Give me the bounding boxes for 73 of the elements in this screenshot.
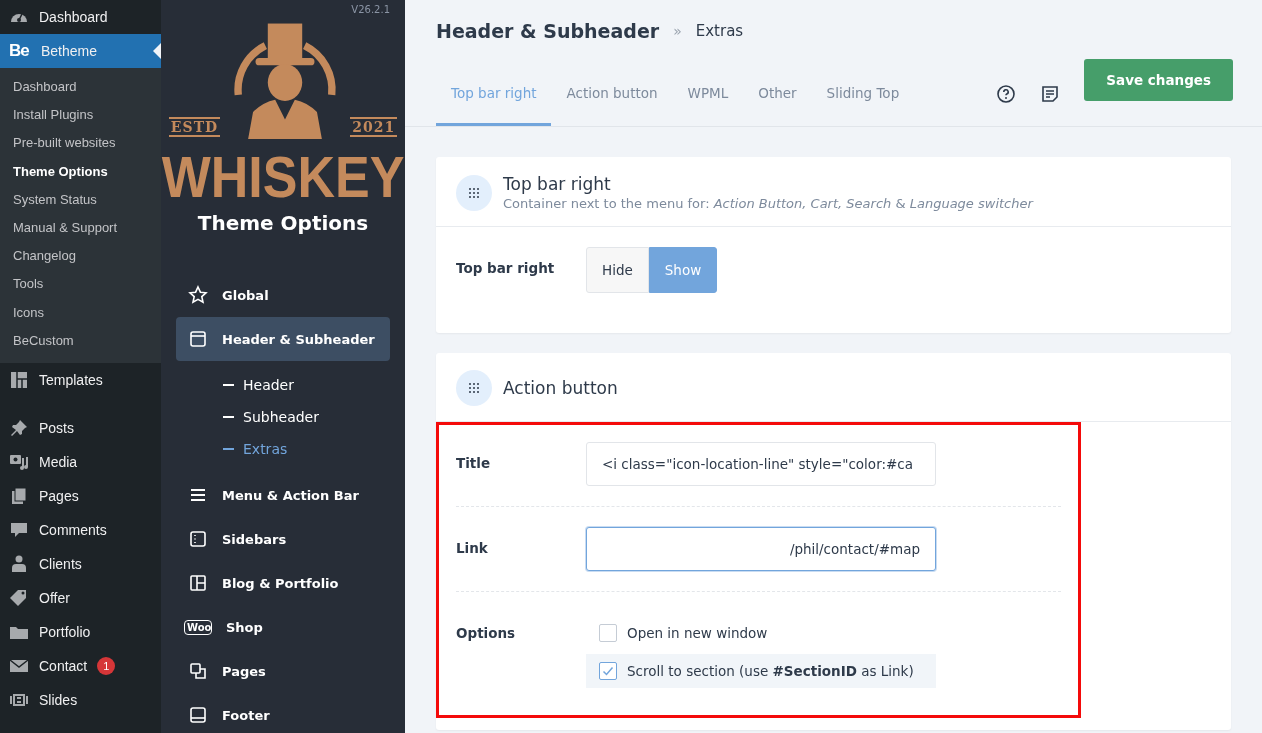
admin-menu-item[interactable]: Comments bbox=[0, 512, 161, 547]
options-nav-item[interactable]: Header & Subheader bbox=[176, 317, 390, 361]
admin-menu-item[interactable]: Posts bbox=[0, 410, 161, 445]
submenu-item[interactable]: System Status bbox=[0, 185, 161, 214]
checkbox-label: Open in new window bbox=[627, 625, 768, 641]
admin-menu-item[interactable]: Offer bbox=[0, 580, 161, 615]
footer-icon bbox=[188, 705, 208, 725]
dots-grid-icon bbox=[466, 380, 482, 396]
shop-logo: Woo bbox=[184, 619, 212, 635]
version-label: V26.2.1 bbox=[351, 4, 390, 15]
check-icon bbox=[602, 665, 614, 677]
admin-menu-item[interactable]: Pages bbox=[0, 478, 161, 513]
admin-menu-item[interactable]: Portfolio bbox=[0, 614, 161, 649]
field-label: Title bbox=[456, 454, 492, 473]
price-tag-icon bbox=[9, 587, 29, 608]
field-label: Link bbox=[456, 539, 489, 558]
submenu-item[interactable]: Dashboard bbox=[0, 73, 161, 102]
star-icon bbox=[188, 285, 208, 305]
submenu-item[interactable]: Install Plugins bbox=[0, 101, 161, 130]
submenu-item[interactable]: Manual & Support bbox=[0, 213, 161, 243]
notes-icon bbox=[1040, 84, 1061, 104]
brand-logo: Be bbox=[9, 41, 30, 61]
admin-menu-item[interactable]: Clients bbox=[0, 546, 161, 581]
help-icon bbox=[996, 84, 1017, 104]
notification-badge: 1 bbox=[97, 656, 116, 675]
submenu-item[interactable]: BeCustom bbox=[0, 326, 161, 355]
grid-icon bbox=[9, 369, 29, 390]
sidebar-icon bbox=[188, 529, 208, 549]
submenu-item[interactable]: Changelog bbox=[0, 242, 161, 271]
field-label: Options bbox=[456, 624, 517, 643]
options-nav-item[interactable]: Footer bbox=[176, 693, 390, 733]
options-subnav-item[interactable]: Extras bbox=[223, 433, 390, 465]
submenu-item[interactable]: Tools bbox=[0, 270, 161, 299]
admin-menu-item[interactable]: Templates bbox=[0, 362, 161, 397]
options-nav-item[interactable]: Blog & Portfolio bbox=[176, 561, 390, 605]
admin-menu-item[interactable]: Dashboard bbox=[0, 0, 161, 34]
admin-menu-item[interactable]: Media bbox=[0, 444, 161, 479]
admin-menu-item[interactable]: Slides bbox=[0, 682, 161, 717]
options-nav-item[interactable]: Woo Shop bbox=[176, 605, 390, 649]
text-input[interactable]: <i class="icon-location-line" style="color:#ca bbox=[586, 442, 936, 486]
text-input[interactable]: /phil/contact/#map bbox=[586, 527, 936, 571]
submenu-item[interactable]: Icons bbox=[0, 298, 161, 327]
person-icon bbox=[9, 553, 29, 574]
copy-icon bbox=[188, 661, 208, 681]
options-nav-item[interactable]: Menu & Action Bar bbox=[176, 473, 390, 517]
submenu-item[interactable]: Theme Options bbox=[0, 157, 161, 186]
logo-text: ESTD bbox=[168, 117, 221, 137]
toggle-option[interactable]: Hide bbox=[586, 247, 649, 293]
options-subnav-item[interactable]: Subheader bbox=[223, 401, 390, 433]
admin-menu-item[interactable]: Be Betheme bbox=[0, 34, 161, 68]
options-nav-item[interactable]: Pages bbox=[176, 649, 390, 693]
panel-title: Theme Options bbox=[197, 211, 369, 235]
card-title: Action button bbox=[503, 378, 618, 398]
breadcrumb-separator: » bbox=[673, 23, 682, 39]
window-icon bbox=[188, 329, 208, 349]
checkbox[interactable] bbox=[599, 624, 617, 642]
submenu-item[interactable]: Pre-built websites bbox=[0, 129, 161, 158]
logo-wordmark: WHISKEY bbox=[161, 148, 405, 206]
breadcrumb-current: Extras bbox=[695, 22, 744, 40]
options-nav-item[interactable]: Global bbox=[176, 273, 390, 317]
options-nav-item[interactable]: Sidebars bbox=[176, 517, 390, 561]
logo-text: 2021 bbox=[350, 117, 398, 137]
checkbox-label: Scroll to section (use #SectionID as Link) bbox=[627, 663, 914, 679]
checkbox[interactable] bbox=[599, 662, 617, 680]
options-subnav-item[interactable]: Header bbox=[223, 369, 390, 401]
pushpin-icon bbox=[9, 417, 29, 438]
card-description: Container next to the menu for: Action Button, Cart, Search & Language switcher bbox=[503, 196, 1033, 211]
admin-menu-item[interactable]: Contact 1 bbox=[0, 648, 161, 683]
layout-icon bbox=[188, 573, 208, 593]
card-title: Top bar right bbox=[503, 174, 612, 194]
documents-icon bbox=[9, 485, 29, 506]
field-label: Top bar right bbox=[456, 259, 556, 278]
page-title: Header & Subheader bbox=[436, 20, 660, 42]
